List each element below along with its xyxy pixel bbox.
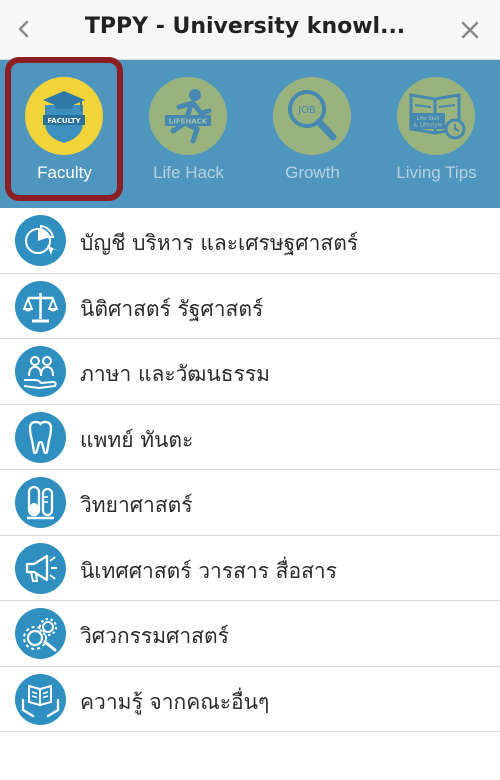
- list-item-language[interactable]: ภาษา และวัฒนธรรม: [0, 339, 500, 405]
- list-item-label: ความรู้ จากคณะอื่นๆ: [80, 689, 270, 714]
- svg-text:LIFEHACK: LIFEHACK: [169, 118, 208, 126]
- book-clock-icon: Life Skill & Lifestyle: [409, 93, 466, 140]
- list-item-communication[interactable]: นิเทศศาสตร์ วารสาร สื่อสาร: [0, 535, 500, 601]
- list-item-label: วิศวกรรมศาสตร์: [80, 624, 229, 648]
- svg-text:Life Skill: Life Skill: [417, 116, 440, 122]
- test-tube-icon: [15, 477, 66, 528]
- list-item-label: ภาษา และวัฒนธรรม: [80, 362, 270, 386]
- open-book-hands-icon: [15, 673, 66, 725]
- scales-icon: [15, 280, 66, 332]
- tab-label: Life Hack: [153, 163, 224, 182]
- life-hack-badge: LIFEHACK: [149, 77, 227, 155]
- list-item-accounting[interactable]: บัญชี บริหาร และเศรษฐศาสตร์: [0, 208, 500, 274]
- tab-label: Living Tips: [396, 163, 477, 182]
- list-item-label: บัญชี บริหาร และเศรษฐศาสตร์: [80, 231, 359, 255]
- close-icon: [461, 21, 479, 39]
- tab-living-tips[interactable]: Life Skill & Lifestyle Living Tips: [374, 60, 499, 208]
- tooth-icon: [15, 411, 66, 463]
- list-item-other-knowledge[interactable]: ความรู้ จากคณะอื่นๆ: [0, 666, 500, 732]
- list-item-label: นิติศาสตร์ รัฐศาสตร์: [80, 296, 264, 321]
- tab-life-hack[interactable]: LIFEHACK Life Hack: [126, 60, 251, 208]
- back-button[interactable]: [10, 12, 38, 46]
- list-item-label: แพทย์ ทันตะ: [80, 427, 194, 452]
- faculty-list: บัญชี บริหาร และเศรษฐศาสตร์ นิติศาสตร์ ร…: [0, 208, 500, 732]
- gears-icon: [15, 608, 66, 659]
- selected-tab-highlight: [5, 57, 123, 201]
- growth-badge: JOB: [273, 77, 351, 155]
- list-item-medicine[interactable]: แพทย์ ทันตะ: [0, 404, 500, 470]
- tab-growth[interactable]: JOB Growth: [250, 60, 375, 208]
- list-item-engineering[interactable]: วิศวกรรมศาสตร์: [0, 601, 500, 667]
- chevron-left-icon: [18, 20, 29, 38]
- running-person-icon: LIFEHACK: [165, 89, 212, 144]
- list-item-label: นิเทศศาสตร์ วารสาร สื่อสาร: [80, 558, 337, 583]
- list-item-science[interactable]: วิทยาศาสตร์: [0, 470, 500, 536]
- close-button[interactable]: [458, 18, 482, 42]
- svg-text:JOB: JOB: [297, 105, 316, 116]
- megaphone-icon: [15, 542, 66, 594]
- pie-chart-icon: [15, 215, 66, 266]
- magnifier-icon: JOB: [288, 90, 337, 141]
- tab-label: Growth: [285, 163, 340, 182]
- page-title: TPPY - University knowl...: [84, 14, 406, 39]
- list-item-law[interactable]: นิติศาสตร์ รัฐศาสตร์: [0, 273, 500, 339]
- navigation-header: TPPY - University knowl...: [0, 0, 500, 60]
- list-item-label: วิทยาศาสตร์: [80, 493, 193, 517]
- people-hand-icon: [15, 346, 66, 397]
- living-tips-badge: Life Skill & Lifestyle: [397, 77, 475, 155]
- svg-text:& Lifestyle: & Lifestyle: [413, 123, 443, 129]
